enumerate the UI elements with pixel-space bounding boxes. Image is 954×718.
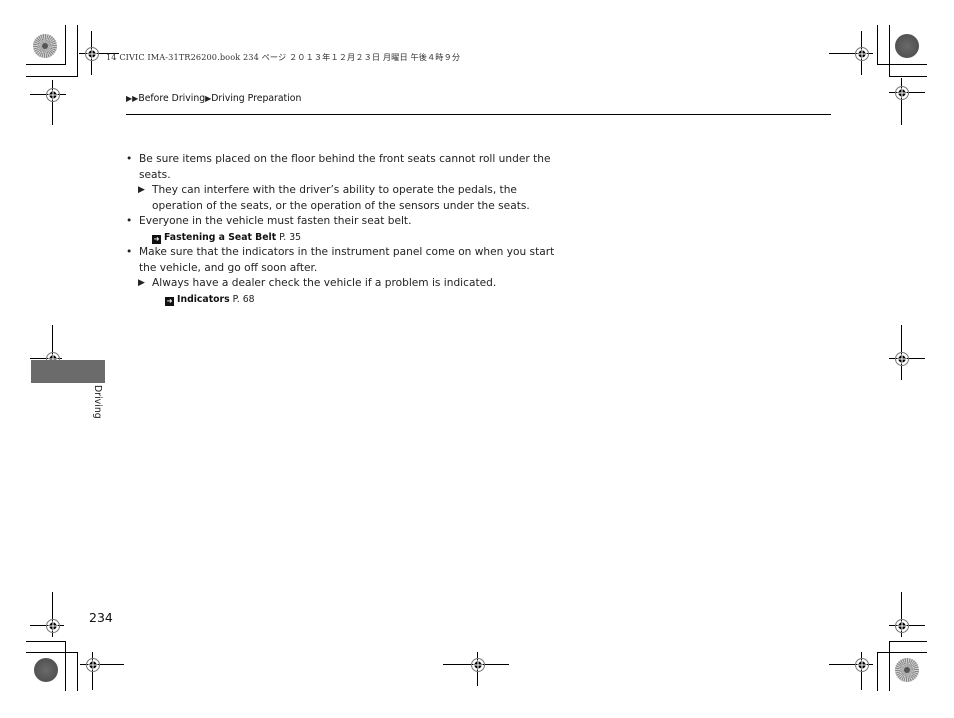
reference-arrow-icon: ➜ xyxy=(165,296,174,306)
color-registration-disc xyxy=(34,658,58,682)
crop-mark xyxy=(877,25,878,64)
print-file-info: 14 CIVIC IMA-31TR26200.book 234 ページ ２０１３… xyxy=(106,52,461,62)
triangle-right-icon: ▶ xyxy=(138,278,145,288)
note-text: They can interfere with the driver’s abi… xyxy=(152,184,530,212)
triangle-right-icon: ▶ xyxy=(138,185,145,195)
reference-page: P. 68 xyxy=(232,293,255,305)
crop-mark xyxy=(65,25,66,64)
registration-target-icon xyxy=(45,87,60,102)
note-text: Always have a dealer check the vehicle i… xyxy=(152,277,497,289)
bullet-icon: • xyxy=(126,153,133,165)
reference-title[interactable]: Indicators xyxy=(177,294,230,305)
note: ▶ Always have a dealer check the vehicle… xyxy=(126,276,566,292)
registration-target-icon xyxy=(85,657,100,672)
crop-mark xyxy=(889,641,927,642)
registration-target-icon xyxy=(854,657,869,672)
registration-target-icon xyxy=(894,618,909,633)
chapter-side-tab[interactable] xyxy=(31,360,105,383)
double-triangle-right-icon: ▶▶ xyxy=(126,94,139,103)
crop-mark xyxy=(77,25,78,76)
reference-page: P. 35 xyxy=(279,231,302,243)
crop-mark xyxy=(26,641,66,642)
bullet-icon: • xyxy=(126,215,133,227)
crop-mark xyxy=(77,652,78,691)
color-registration-disc xyxy=(895,658,919,682)
breadcrumb-item-driving-preparation[interactable]: Driving Preparation xyxy=(211,93,301,104)
page-number: 234 xyxy=(89,610,113,625)
crop-mark xyxy=(889,25,890,76)
bullet-text: Make sure that the indicators in the ins… xyxy=(139,246,555,274)
bullet-icon: • xyxy=(126,246,133,258)
registration-target-icon xyxy=(84,46,99,61)
registration-target-icon xyxy=(894,85,909,100)
list-item: • Make sure that the indicators in the i… xyxy=(126,245,566,276)
crop-mark xyxy=(26,652,78,653)
bullet-text: Be sure items placed on the floor behind… xyxy=(139,153,551,181)
crop-mark xyxy=(877,652,878,691)
breadcrumb: ▶▶Before Driving▶Driving Preparation xyxy=(126,93,301,104)
registration-target-icon xyxy=(470,657,485,672)
crop-mark xyxy=(65,641,66,691)
registration-target-icon xyxy=(854,46,869,61)
crop-mark xyxy=(26,64,66,65)
reference-title[interactable]: Fastening a Seat Belt xyxy=(164,232,276,243)
crop-mark xyxy=(889,76,927,77)
crop-mark xyxy=(877,64,927,65)
cross-reference-link[interactable]: ➜ Indicators P. 68 xyxy=(126,292,566,308)
note: ▶ They can interfere with the driver’s a… xyxy=(126,183,566,214)
registration-target-icon xyxy=(894,351,909,366)
bullet-text: Everyone in the vehicle must fasten thei… xyxy=(139,215,412,227)
color-registration-disc xyxy=(33,34,57,58)
cross-reference-link[interactable]: ➜ Fastening a Seat Belt P. 35 xyxy=(126,230,566,246)
chapter-side-label: Driving xyxy=(92,385,103,419)
crop-mark xyxy=(877,652,927,653)
crop-mark xyxy=(889,641,890,691)
list-item: • Be sure items placed on the floor behi… xyxy=(126,152,566,183)
crop-mark xyxy=(26,76,78,77)
content-body: • Be sure items placed on the floor behi… xyxy=(126,152,566,307)
color-registration-disc xyxy=(895,34,919,58)
list-item: • Everyone in the vehicle must fasten th… xyxy=(126,214,566,230)
reference-arrow-icon: ➜ xyxy=(152,234,161,244)
registration-target-icon xyxy=(45,618,60,633)
breadcrumb-item-before-driving[interactable]: Before Driving xyxy=(138,93,205,104)
header-divider xyxy=(126,114,831,115)
